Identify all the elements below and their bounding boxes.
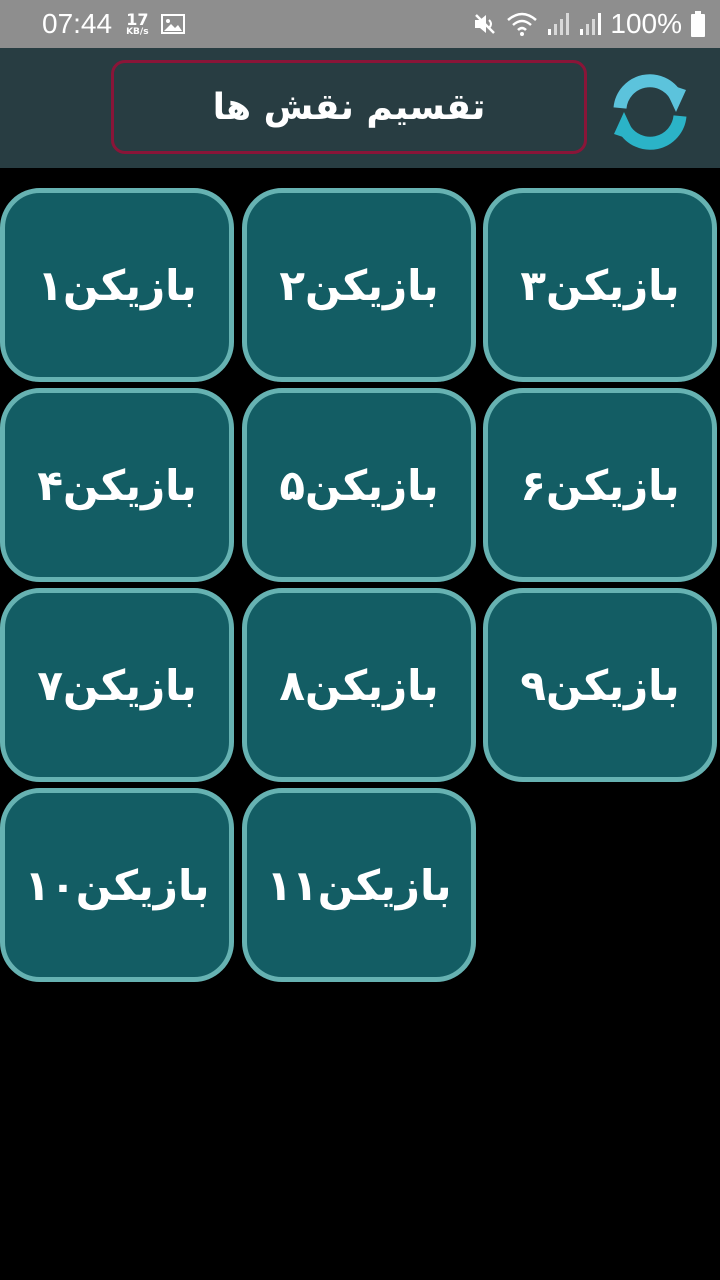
wifi-icon <box>507 12 538 36</box>
player-button[interactable]: بازیکن۲ <box>242 188 476 382</box>
status-bar: 07:44 17 KB/s 100% <box>0 0 720 48</box>
image-icon <box>160 14 185 34</box>
player-button[interactable]: بازیکن۶ <box>483 388 717 582</box>
page-title: تقسیم نقش ها <box>111 60 587 154</box>
player-button[interactable]: بازیکن۴ <box>0 388 234 582</box>
status-time: 07:44 <box>42 8 113 39</box>
refresh-icon[interactable] <box>606 68 694 156</box>
signal-icon <box>548 13 570 35</box>
player-button[interactable]: بازیکن۷ <box>0 588 234 782</box>
status-right-group: 100% <box>472 8 706 40</box>
network-speed-value: 17 <box>126 9 149 29</box>
network-speed: 17 KB/s <box>126 9 149 37</box>
battery-percent: 100% <box>610 8 682 39</box>
player-button[interactable]: بازیکن۹ <box>483 588 717 782</box>
mute-icon <box>475 14 496 34</box>
signal-icon <box>580 13 602 35</box>
player-button[interactable]: بازیکن۱۰ <box>0 788 234 982</box>
player-button[interactable]: بازیکن۸ <box>242 588 476 782</box>
player-button[interactable]: بازیکن۱ <box>0 188 234 382</box>
player-button[interactable]: بازیکن۵ <box>242 388 476 582</box>
player-button[interactable]: بازیکن۳ <box>483 188 717 382</box>
battery-icon <box>691 11 705 37</box>
toolbar: تقسیم نقش ها <box>0 48 720 168</box>
network-speed-unit: KB/s <box>126 26 149 37</box>
player-button[interactable]: بازیکن۱۱ <box>242 788 476 982</box>
